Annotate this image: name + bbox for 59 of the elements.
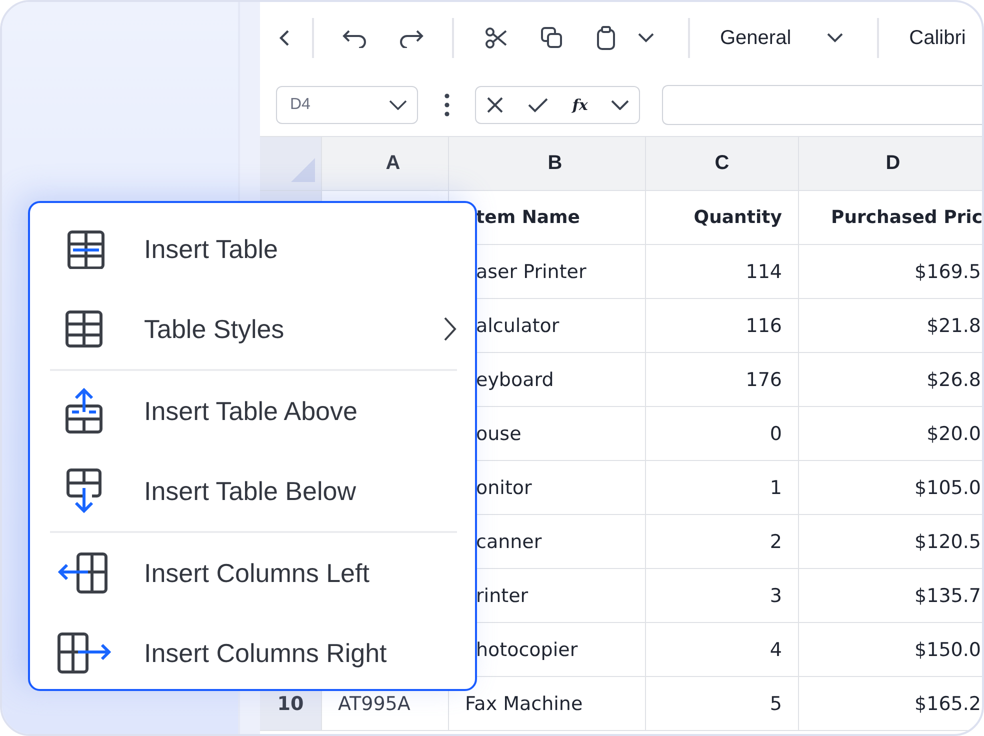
table-cell: 1	[770, 476, 782, 498]
caret-icon[interactable]	[827, 33, 844, 43]
table-cell: $135.7	[914, 584, 981, 606]
table-cell: $120.5	[914, 530, 981, 552]
table-cell: 0	[770, 422, 782, 444]
undo-icon[interactable]	[342, 28, 368, 48]
close-icon[interactable]	[486, 96, 504, 114]
table-cell: 116	[746, 314, 782, 336]
table-cell: $21.8	[926, 314, 981, 336]
caret-icon[interactable]	[638, 33, 654, 43]
function-button[interactable]: fx	[572, 96, 588, 114]
column-header[interactable]: B	[449, 137, 646, 190]
table-cell: 4	[770, 638, 782, 660]
number-format-dropdown[interactable]: General	[720, 26, 844, 50]
menu-item[interactable]: Insert Table	[50, 209, 457, 289]
table-cell: 2	[770, 530, 782, 552]
name-box[interactable]: D4	[276, 86, 418, 124]
table-cell: tem Name	[476, 207, 580, 228]
table-cell: onitor	[476, 476, 532, 498]
table-cell: 176	[746, 368, 782, 390]
menu-item[interactable]: Insert Table Above	[50, 371, 457, 451]
table-cell: alculator	[476, 314, 560, 336]
table-cell: aser Printer	[476, 260, 586, 282]
caret-icon[interactable]	[610, 100, 629, 110]
table-cell: Purchased Pric	[831, 207, 982, 228]
table-cell: $150.0	[914, 638, 981, 660]
table-cell: Fax Machine	[465, 692, 583, 714]
table-cell: Quantity	[694, 207, 782, 228]
table-cell: rinter	[476, 584, 528, 606]
column-header[interactable]: D	[799, 137, 982, 190]
table-cell: $165.2	[914, 692, 981, 714]
table-cell: canner	[476, 530, 542, 552]
table-cell: $169.5	[914, 260, 981, 282]
table-cell: 114	[746, 260, 782, 282]
table-cell: $26.8	[926, 368, 981, 390]
copy-icon[interactable]	[540, 26, 564, 50]
paste-icon[interactable]	[596, 26, 616, 50]
table-cell: 3	[770, 584, 782, 606]
formula-input[interactable]	[662, 85, 982, 125]
table-cell: 5	[770, 692, 782, 714]
table-cell: ouse	[476, 422, 522, 444]
font-dropdown[interactable]: Calibri	[909, 26, 966, 50]
table-cell: AT995A	[338, 692, 410, 714]
redo-icon[interactable]	[398, 28, 424, 48]
table-cell: eyboard	[476, 368, 554, 390]
table-cell: $105.0	[914, 476, 981, 498]
back-icon[interactable]	[278, 28, 292, 48]
insert-right-icon	[56, 632, 112, 674]
triangle-icon	[291, 158, 315, 182]
menu-item[interactable]: Table Styles	[50, 289, 457, 369]
table-cell: hotocopier	[476, 638, 578, 660]
menu-item[interactable]: Insert Table Below	[50, 451, 457, 531]
table-cell: $20.0	[926, 422, 981, 444]
check-icon[interactable]	[527, 96, 550, 114]
cut-icon[interactable]	[484, 26, 508, 50]
column-header[interactable]: C	[646, 137, 799, 190]
column-header[interactable]: A	[322, 137, 449, 190]
more-icon[interactable]	[444, 93, 450, 117]
menu-item[interactable]: Insert Columns Left	[50, 533, 457, 613]
